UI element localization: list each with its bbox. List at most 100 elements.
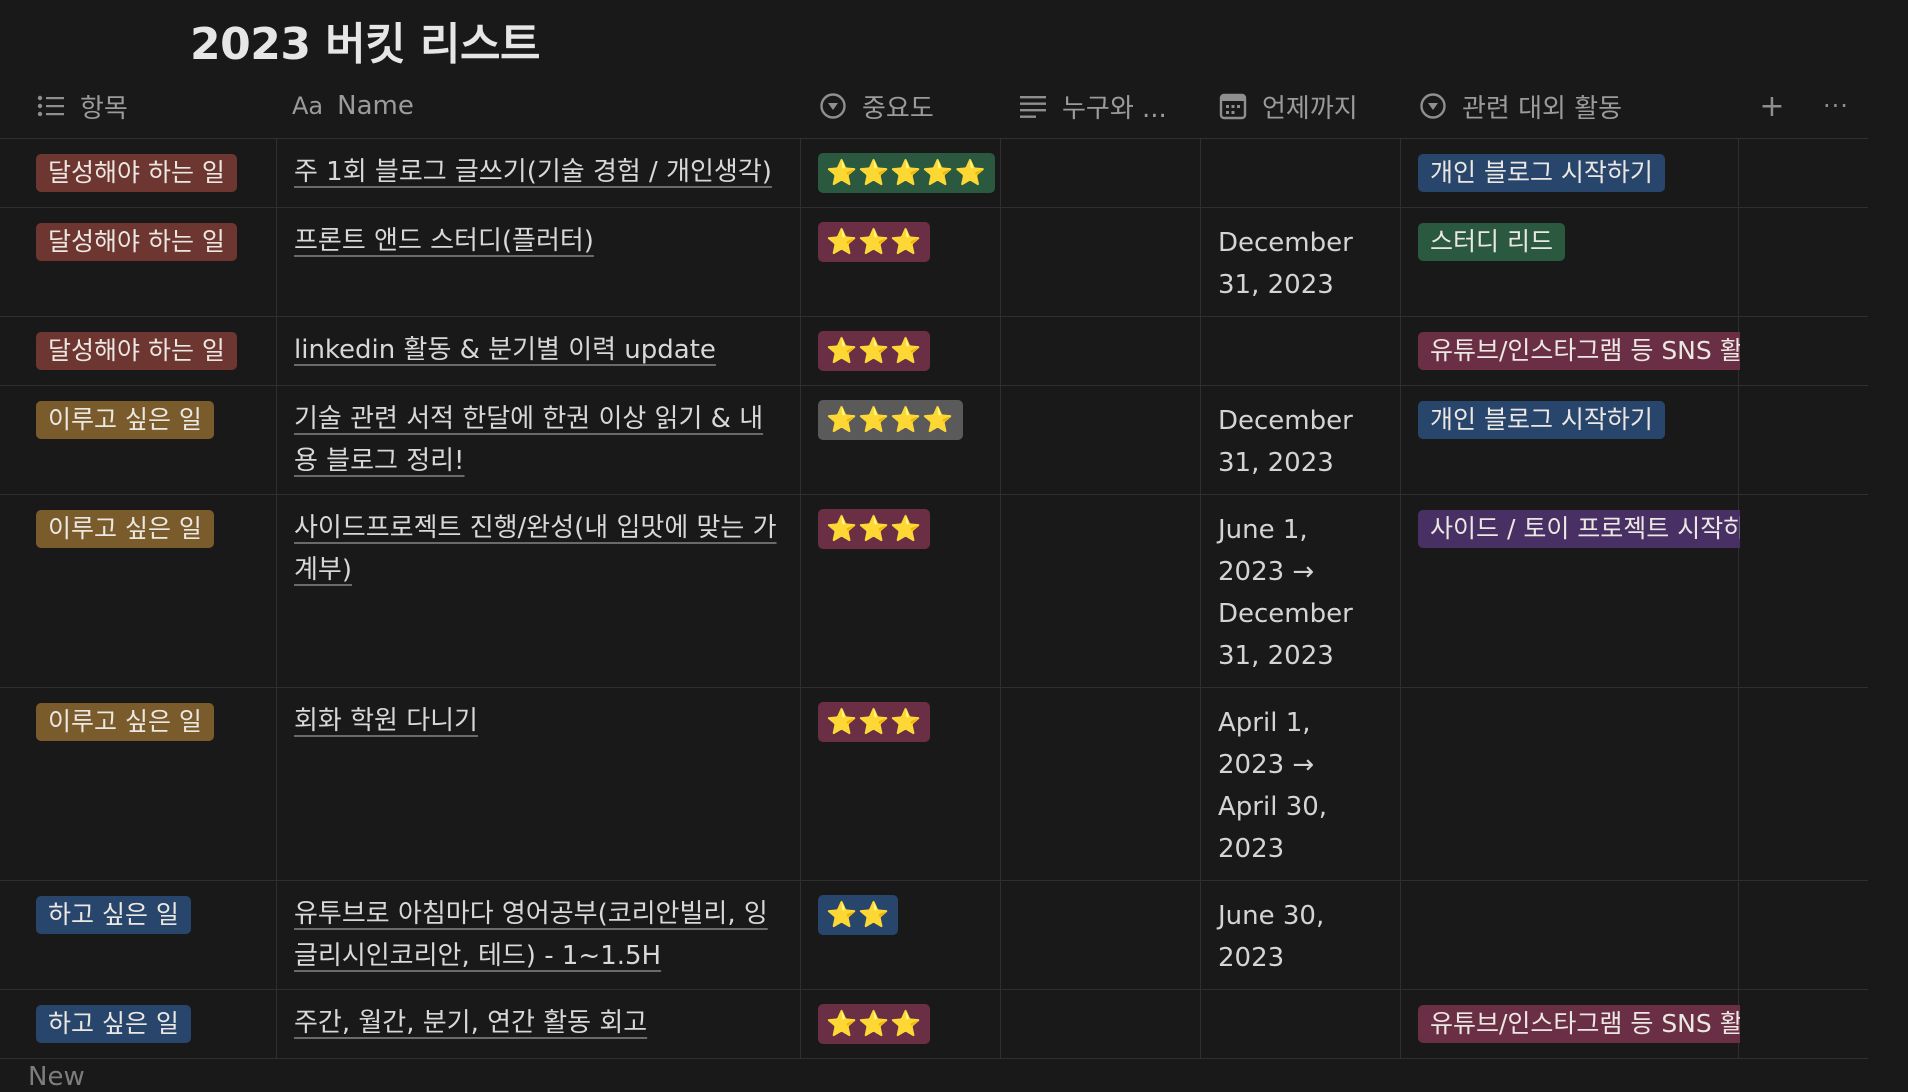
column-divider (1000, 386, 1001, 494)
name-cell[interactable]: linkedin 활동 & 분기별 이력 update (294, 329, 788, 371)
column-divider (1738, 881, 1739, 989)
column-divider (1400, 688, 1401, 880)
table-row[interactable]: 이루고 싶은 일 회화 학원 다니기 ⭐⭐⭐ April 1, 2023 → April … (0, 688, 1868, 881)
category-tag: 달성해야 하는 일 (36, 154, 237, 192)
name-link[interactable]: 유투브로 아침마다 영어공부(코리안빌리, 잉 (294, 899, 768, 929)
importance-cell[interactable]: ⭐⭐ (818, 895, 899, 935)
activity-cell[interactable]: 개인 블로그 시작하기 (1418, 401, 1740, 439)
category-cell[interactable]: 달성해야 하는 일 (36, 154, 237, 192)
name-cell[interactable]: 주 1회 블로그 글쓰기(기술 경험 / 개인생각) (294, 151, 788, 193)
name-link[interactable]: 주 1회 블로그 글쓰기(기술 경험 / 개인생각) (294, 157, 772, 187)
deadline-cell[interactable]: June 30, 2023 (1218, 895, 1324, 979)
name-link[interactable]: 기술 관련 서적 한달에 한권 이상 읽기 & 내 (294, 404, 763, 434)
deadline-text: 2023 → (1218, 557, 1315, 587)
category-cell[interactable]: 이루고 싶은 일 (36, 703, 214, 741)
importance-cell[interactable]: ⭐⭐⭐ (818, 222, 931, 262)
name-cell[interactable]: 프론트 앤드 스터디(플러터) (294, 220, 788, 262)
column-divider (276, 208, 277, 316)
column-divider (276, 495, 277, 687)
table-row[interactable]: 하고 싶은 일 유투브로 아침마다 영어공부(코리안빌리, 잉글리시인코리안, 테… (0, 881, 1868, 990)
activity-cell[interactable]: 유튜브/인스타그램 등 SNS 활동 (1418, 332, 1740, 370)
name-cell[interactable]: 회화 학원 다니기 (294, 700, 788, 742)
activity-cell[interactable]: 스터디 리드 (1418, 223, 1740, 261)
deadline-text: June 1, (1218, 515, 1308, 545)
column-divider (276, 139, 277, 207)
deadline-cell[interactable]: June 1, 2023 → December 31, 2023 (1218, 509, 1353, 677)
table-row[interactable]: 이루고 싶은 일 기술 관련 서적 한달에 한권 이상 읽기 & 내용 블로그 정… (0, 386, 1868, 495)
name-link[interactable]: 사이드프로젝트 진행/완성(내 입맛에 맞는 가 (294, 513, 777, 543)
name-link[interactable]: linkedin 활동 & 분기별 이력 update (294, 335, 716, 365)
column-divider (276, 990, 277, 1058)
activity-tag: 개인 블로그 시작하기 (1418, 154, 1665, 192)
more-options-button[interactable]: ··· (1816, 74, 1856, 138)
table-row[interactable]: 하고 싶은 일 주간, 월간, 분기, 연간 활동 회고 ⭐⭐⭐ 유튜브/인스타그램 … (0, 990, 1868, 1059)
importance-cell[interactable]: ⭐⭐⭐ (818, 509, 931, 549)
star-rating-tag: ⭐⭐⭐ (818, 1004, 931, 1044)
column-divider (1200, 208, 1201, 316)
importance-cell[interactable]: ⭐⭐⭐ (818, 702, 931, 742)
select-icon (818, 91, 848, 121)
importance-cell[interactable]: ⭐⭐⭐ (818, 1004, 931, 1044)
name-link[interactable]: 주간, 월간, 분기, 연간 활동 회고 (294, 1008, 647, 1038)
category-cell[interactable]: 이루고 싶은 일 (36, 510, 214, 548)
deadline-text: April 30, (1218, 792, 1328, 822)
add-column-button[interactable]: + (1752, 74, 1792, 138)
column-divider (1400, 139, 1401, 207)
importance-cell[interactable]: ⭐⭐⭐ (818, 331, 931, 371)
column-divider (1400, 386, 1401, 494)
column-divider (276, 386, 277, 494)
deadline-text: 2023 → (1218, 750, 1315, 780)
name-cell[interactable]: 사이드프로젝트 진행/완성(내 입맛에 맞는 가계부) (294, 507, 788, 591)
deadline-cell[interactable]: April 1, 2023 → April 30, 2023 (1218, 702, 1327, 870)
activity-cell[interactable]: 사이드 / 토이 프로젝트 시작하기 (1418, 510, 1740, 548)
name-cell[interactable]: 주간, 월간, 분기, 연간 활동 회고 (294, 1002, 788, 1044)
column-divider (1000, 990, 1001, 1058)
importance-cell[interactable]: ⭐⭐⭐⭐ (818, 400, 963, 440)
category-cell[interactable]: 하고 싶은 일 (36, 896, 191, 934)
column-divider (1200, 990, 1201, 1058)
column-divider (1200, 495, 1201, 687)
name-link[interactable]: 용 블로그 정리! (294, 446, 464, 476)
category-cell[interactable]: 달성해야 하는 일 (36, 223, 237, 261)
name-cell[interactable]: 유투브로 아침마다 영어공부(코리안빌리, 잉글리시인코리안, 테드) - 1~… (294, 893, 788, 977)
name-link[interactable]: 계부) (294, 555, 352, 585)
deadline-text: April 1, (1218, 708, 1311, 738)
column-divider (1000, 495, 1001, 687)
column-header-name[interactable]: Aa Name (292, 74, 792, 138)
table-row[interactable]: 달성해야 하는 일 linkedin 활동 & 분기별 이력 update ⭐⭐⭐ 유… (0, 317, 1868, 386)
column-header-activity[interactable]: 관련 대외 활동 (1418, 74, 1718, 138)
table-row[interactable]: 달성해야 하는 일 프론트 앤드 스터디(플러터) ⭐⭐⭐ December 31, 2… (0, 208, 1868, 317)
activity-cell[interactable]: 유튜브/인스타그램 등 SNS 활동 (1418, 1005, 1740, 1043)
column-header-label: Name (337, 91, 414, 121)
column-divider (800, 386, 801, 494)
deadline-cell[interactable]: December 31, 2023 (1218, 400, 1353, 484)
deadline-text: 2023 (1218, 834, 1285, 864)
name-link[interactable]: 글리시인코리안, 테드) - 1~1.5H (294, 941, 661, 971)
activity-tag: 사이드 / 토이 프로젝트 시작하기 (1418, 510, 1740, 548)
column-header-with[interactable]: 누구와 ... (1018, 74, 1208, 138)
column-header-category[interactable]: 항목 (36, 74, 266, 138)
deadline-text: 2023 (1218, 943, 1285, 973)
column-divider (1400, 317, 1401, 385)
column-divider (800, 139, 801, 207)
category-tag: 이루고 싶은 일 (36, 401, 214, 439)
activity-cell[interactable]: 개인 블로그 시작하기 (1418, 154, 1740, 192)
name-cell[interactable]: 기술 관련 서적 한달에 한권 이상 읽기 & 내용 블로그 정리! (294, 398, 788, 482)
name-link[interactable]: 프론트 앤드 스터디(플러터) (294, 226, 594, 256)
category-cell[interactable]: 이루고 싶은 일 (36, 401, 214, 439)
table-row[interactable]: 달성해야 하는 일 주 1회 블로그 글쓰기(기술 경험 / 개인생각) ⭐⭐⭐⭐⭐… (0, 139, 1868, 208)
column-header-importance[interactable]: 중요도 (818, 74, 1008, 138)
category-cell[interactable]: 하고 싶은 일 (36, 1005, 191, 1043)
star-rating-tag: ⭐⭐⭐ (818, 331, 931, 371)
table-row[interactable]: 이루고 싶은 일 사이드프로젝트 진행/완성(내 입맛에 맞는 가계부) ⭐⭐⭐ Ju… (0, 495, 1868, 688)
category-tag: 이루고 싶은 일 (36, 703, 214, 741)
category-cell[interactable]: 달성해야 하는 일 (36, 332, 237, 370)
importance-cell[interactable]: ⭐⭐⭐⭐⭐ (818, 153, 995, 193)
column-divider (1200, 881, 1201, 989)
deadline-text: 31, 2023 (1218, 270, 1334, 300)
new-row-button[interactable]: New (28, 1062, 85, 1092)
column-header-deadline[interactable]: 언제까지 (1218, 74, 1408, 138)
column-divider (1000, 139, 1001, 207)
name-link[interactable]: 회화 학원 다니기 (294, 706, 478, 736)
deadline-cell[interactable]: December 31, 2023 (1218, 222, 1353, 306)
